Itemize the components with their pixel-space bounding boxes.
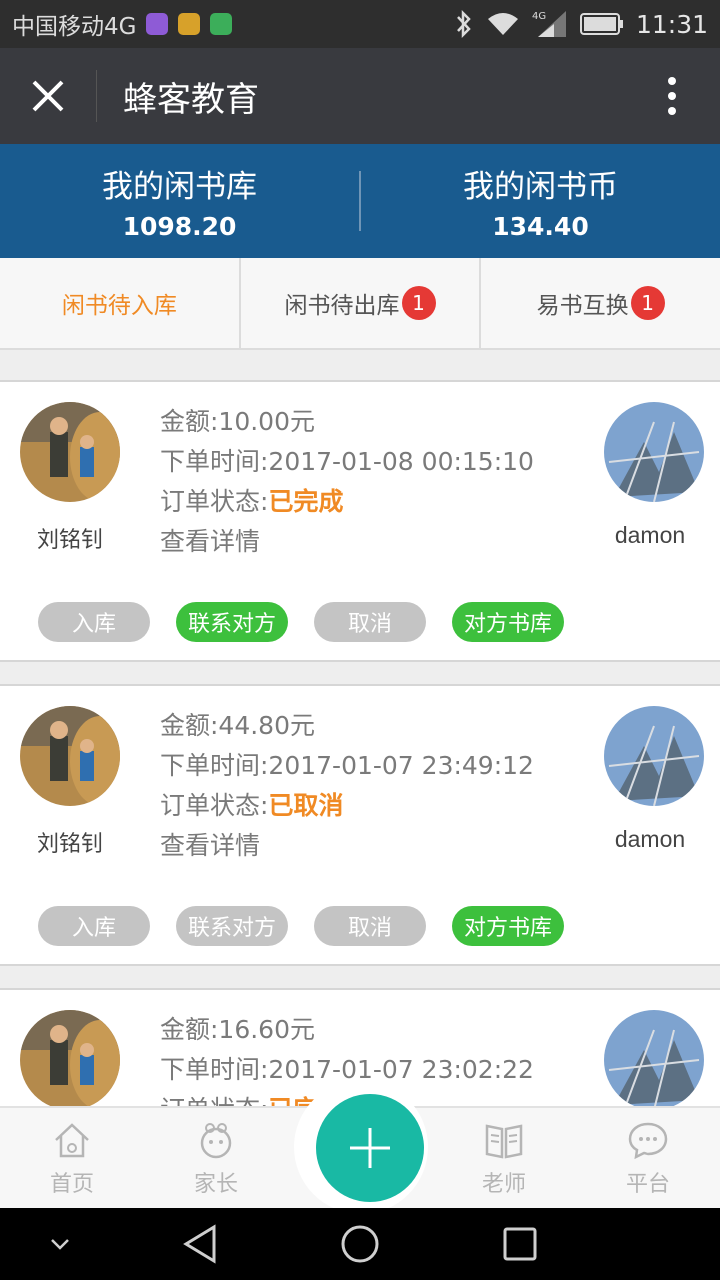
svg-text:4G: 4G	[532, 11, 546, 22]
back-triangle-icon	[183, 1224, 216, 1264]
nav-label: 家长	[193, 1172, 238, 1197]
order-info: 金额:10.00元 下单时间:2017-01-08 00:15:10 订单状态:…	[160, 402, 534, 562]
library-value: 1098.20	[122, 212, 237, 241]
order-time: 下单时间:2017-01-08 00:15:10	[160, 447, 534, 476]
page-title: 蜂客教育	[123, 79, 259, 120]
book-icon	[485, 1124, 523, 1159]
contact-button[interactable]: 联系对方	[176, 602, 288, 642]
more-vertical-icon	[668, 77, 676, 115]
home-icon	[55, 1123, 89, 1158]
system-back-button[interactable]	[160, 1208, 240, 1280]
nav-parent[interactable]: 家长	[144, 1108, 288, 1208]
cancel-button[interactable]: 取消	[314, 906, 426, 946]
app-bar-divider	[96, 70, 97, 122]
seller-avatar[interactable]	[604, 402, 704, 502]
wifi-icon	[487, 13, 518, 35]
buyer-name: 刘铭钊	[36, 832, 103, 857]
nav-platform[interactable]: 平台	[576, 1108, 720, 1208]
system-collapse-button[interactable]	[20, 1208, 100, 1280]
seller-name: damon	[614, 826, 686, 852]
nav-label: 平台	[625, 1172, 670, 1197]
tab-label: 闲书待入库	[61, 293, 177, 319]
buyer-avatar[interactable]	[20, 402, 120, 502]
stock-in-button[interactable]: 入库	[38, 906, 150, 946]
tab-label: 闲书待出库	[284, 293, 400, 319]
order-actions: 入库 联系对方 取消 对方书库	[38, 602, 590, 642]
order-status: 订单状态:已完成	[160, 482, 534, 522]
close-icon	[32, 80, 64, 112]
library-label: 我的闲书库	[102, 169, 257, 205]
status-value: 已取消	[268, 791, 344, 820]
chat-icon	[628, 1122, 668, 1160]
status-value: 已完成	[268, 487, 344, 516]
tab-bar: 闲书待入库 闲书待出库 1 易书互换 1	[0, 258, 720, 350]
stock-in-button[interactable]: 入库	[38, 602, 150, 642]
hand-app-icon	[178, 13, 201, 35]
order-time: 下单时间:2017-01-07 23:49:12	[160, 751, 534, 780]
tab-badge: 1	[630, 286, 665, 320]
view-detail-link[interactable]: 查看详情	[160, 522, 534, 562]
coins-stat[interactable]: 我的闲书币 134.40	[361, 161, 720, 241]
other-library-button[interactable]: 对方书库	[452, 602, 564, 642]
app-bar: 蜂客教育	[0, 48, 720, 144]
status-bar: 中国移动4G 4G 11:31	[0, 0, 720, 48]
nav-teacher[interactable]: 老师	[432, 1108, 576, 1208]
status-label: 订单状态:	[160, 791, 269, 820]
home-circle-icon	[341, 1225, 379, 1263]
parent-icon	[200, 1123, 232, 1159]
tab-pending-in[interactable]: 闲书待入库	[0, 258, 241, 348]
other-library-button[interactable]: 对方书库	[452, 906, 564, 946]
clock: 11:31	[635, 9, 708, 39]
more-menu-button[interactable]	[624, 48, 720, 144]
battery-icon	[579, 13, 623, 35]
buyer-avatar[interactable]	[20, 1010, 120, 1110]
bluetooth-icon	[457, 10, 471, 38]
tab-book-exchange[interactable]: 易书互换 1	[481, 258, 720, 348]
order-amount: 金额:10.00元	[160, 407, 315, 436]
coins-value: 134.40	[492, 212, 589, 241]
cancel-button[interactable]: 取消	[314, 602, 426, 642]
buyer-avatar[interactable]	[20, 706, 120, 806]
seller-avatar[interactable]	[604, 706, 704, 806]
chevron-down-icon	[51, 1239, 69, 1250]
library-stat[interactable]: 我的闲书库 1098.20	[0, 161, 359, 241]
order-card: 刘铭钊 金额:44.80元 下单时间:2017-01-07 23:49:12 订…	[0, 684, 720, 966]
order-amount: 金额:44.80元	[160, 711, 315, 740]
buyer-name: 刘铭钊	[36, 528, 103, 553]
grid-app-icon	[210, 13, 233, 35]
tab-pending-out[interactable]: 闲书待出库 1	[241, 258, 482, 348]
gallery-app-icon	[146, 13, 169, 35]
system-nav-bar	[0, 1208, 720, 1280]
contact-button[interactable]: 联系对方	[176, 906, 288, 946]
coins-label: 我的闲书币	[463, 169, 618, 205]
plus-icon	[350, 1128, 390, 1168]
order-card: 刘铭钊 金额:10.00元 下单时间:2017-01-08 00:15:10 订…	[0, 380, 720, 662]
recents-square-icon	[503, 1227, 537, 1261]
close-button[interactable]	[0, 48, 96, 144]
order-actions: 入库 联系对方 取消 对方书库	[38, 906, 590, 946]
nav-label: 老师	[481, 1172, 526, 1197]
stats-banner: 我的闲书库 1098.20 我的闲书币 134.40	[0, 144, 720, 258]
nav-label: 首页	[49, 1172, 94, 1197]
tab-badge: 1	[401, 286, 436, 320]
carrier-label: 中国移动4G	[12, 14, 137, 40]
seller-avatar[interactable]	[604, 1010, 704, 1110]
seller-name: damon	[614, 522, 686, 548]
order-info: 金额:44.80元 下单时间:2017-01-07 23:49:12 订单状态:…	[160, 706, 534, 866]
nav-home[interactable]: 首页	[0, 1108, 144, 1208]
order-status: 订单状态:已取消	[160, 786, 534, 826]
system-recents-button[interactable]	[480, 1208, 560, 1280]
view-detail-link[interactable]: 查看详情	[160, 826, 534, 866]
tab-label: 易书互换	[536, 293, 629, 319]
status-label: 订单状态:	[160, 487, 269, 516]
system-home-button[interactable]	[320, 1208, 400, 1280]
order-amount: 金额:16.60元	[160, 1015, 315, 1044]
add-button[interactable]	[316, 1094, 424, 1202]
signal-icon: 4G	[532, 11, 566, 37]
